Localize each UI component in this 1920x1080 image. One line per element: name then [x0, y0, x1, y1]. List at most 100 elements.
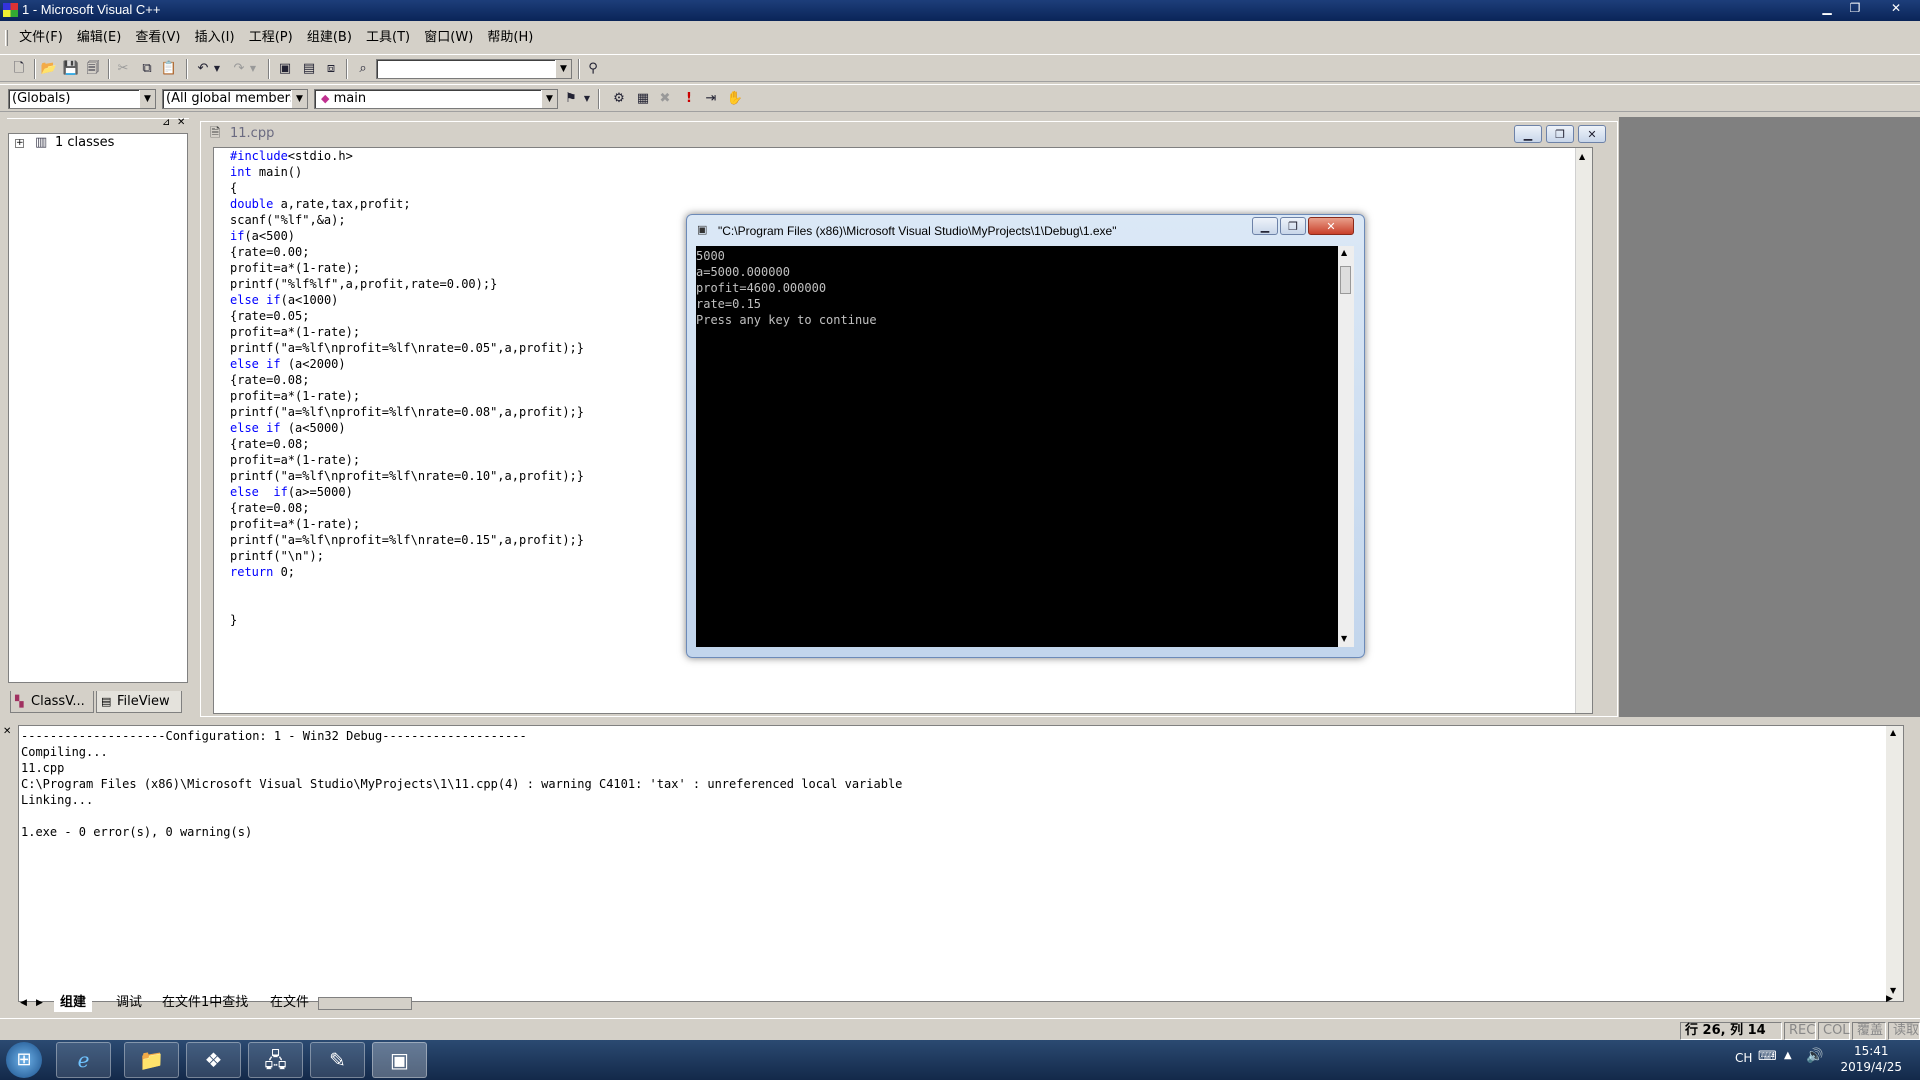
- console-close-button[interactable]: ✕: [1308, 217, 1354, 235]
- undo-dropdown-icon[interactable]: ▼: [212, 60, 222, 78]
- go-icon[interactable]: ⇥: [702, 90, 720, 108]
- scroll-down-icon[interactable]: ▼: [1341, 634, 1347, 643]
- console-scrollbar[interactable]: ▲ ▼: [1338, 246, 1354, 647]
- volume-icon[interactable]: 🔊: [1806, 1048, 1823, 1064]
- scroll-thumb[interactable]: [1340, 266, 1351, 294]
- tab-scroll-left-icon[interactable]: ◀: [20, 994, 27, 1012]
- output-close-icon[interactable]: ✕: [3, 726, 11, 737]
- wizard-action-icon[interactable]: ⚑: [562, 90, 580, 108]
- function-combo[interactable]: ◆ main ▼: [314, 89, 558, 109]
- binoculars-icon[interactable]: ⚲: [584, 60, 602, 78]
- output-tabs: ◀ ▶ 组建 调试 在文件1中查找 在文件: [18, 994, 418, 1012]
- editor-restore-button[interactable]: ❐: [1546, 125, 1574, 143]
- tab-find-in-files-1[interactable]: 在文件1中查找: [156, 994, 254, 1012]
- close-button[interactable]: ✕: [1878, 0, 1914, 18]
- workspace-tree[interactable]: + ▥ 1 classes: [8, 133, 188, 683]
- workspace-toggle-icon[interactable]: ▣: [276, 60, 294, 78]
- window-list-icon[interactable]: ⧈: [322, 60, 340, 78]
- explorer-folder-icon[interactable]: 📁: [124, 1042, 179, 1078]
- source-code[interactable]: #include<stdio.h> int main() { double a,…: [230, 148, 584, 628]
- compile-icon[interactable]: ⚙: [610, 90, 628, 108]
- redo-dropdown-icon[interactable]: ▼: [248, 60, 258, 78]
- menu-help[interactable]: 帮助(H): [482, 27, 538, 49]
- media-app-icon[interactable]: ❖: [186, 1042, 241, 1078]
- build-output[interactable]: --------------------Configuration: 1 - W…: [21, 728, 902, 840]
- tab-build[interactable]: 组建: [54, 994, 93, 1012]
- scroll-right-icon[interactable]: ▶: [1886, 994, 1893, 1004]
- menu-edit[interactable]: 编辑(E): [72, 27, 126, 49]
- redo-icon[interactable]: ↷: [230, 60, 248, 78]
- editor-title-bar: 🗎 11.cpp ▁ ❐ ✕: [204, 124, 1614, 144]
- expand-icon[interactable]: +: [15, 139, 24, 148]
- chevron-down-icon[interactable]: ▼: [139, 90, 155, 108]
- console-taskbar-icon[interactable]: ▣: [372, 1042, 427, 1078]
- output-window[interactable]: --------------------Configuration: 1 - W…: [18, 725, 1904, 1002]
- open-folder-icon[interactable]: 📂: [40, 60, 58, 78]
- save-icon[interactable]: 💾: [62, 60, 80, 78]
- execute-icon[interactable]: !: [680, 90, 698, 108]
- console-minimize-button[interactable]: ▁: [1252, 217, 1278, 235]
- output-toggle-icon[interactable]: ▤: [300, 60, 318, 78]
- visual-cpp-icon[interactable]: ✎: [310, 1042, 365, 1078]
- menu-project[interactable]: 工程(P): [244, 27, 298, 49]
- members-combo[interactable]: (All global members ▼: [162, 89, 308, 109]
- tray-expand-icon[interactable]: ▲: [1784, 1050, 1792, 1061]
- toolbar-separator: [268, 59, 270, 79]
- new-file-icon[interactable]: 🗋: [10, 60, 28, 78]
- stop-build-icon[interactable]: ✖: [656, 90, 674, 108]
- cut-icon[interactable]: ✂: [114, 60, 132, 78]
- console-text: 5000 a=5000.000000 profit=4600.000000 ra…: [696, 249, 877, 327]
- menu-window[interactable]: 窗口(W): [419, 27, 478, 49]
- console-title: "C:\Program Files (x86)\Microsoft Visual…: [718, 224, 1117, 238]
- language-indicator[interactable]: CH: [1735, 1051, 1752, 1065]
- menu-grip[interactable]: [5, 30, 8, 46]
- chevron-down-icon[interactable]: ▼: [291, 90, 307, 108]
- editor-minimize-button[interactable]: ▁: [1514, 125, 1542, 143]
- classview-icon: ▚: [15, 695, 24, 708]
- undo-icon[interactable]: ↶: [194, 60, 212, 78]
- tab-fileview[interactable]: ▤ FileView: [96, 691, 182, 713]
- build-icon[interactable]: ▦: [634, 90, 652, 108]
- menu-build[interactable]: 组建(B): [302, 27, 357, 49]
- clock[interactable]: 15:41 2019/4/25: [1840, 1043, 1902, 1075]
- editor-close-button[interactable]: ✕: [1578, 125, 1606, 143]
- menu-file[interactable]: 文件(F): [14, 27, 68, 49]
- menu-insert[interactable]: 插入(I): [190, 27, 240, 49]
- pin-icon[interactable]: ⊿: [162, 117, 170, 128]
- console-app-icon: ▣: [697, 223, 708, 236]
- scroll-up-icon[interactable]: ▲: [1890, 728, 1896, 737]
- output-scrollbar[interactable]: ▲ ▼: [1886, 726, 1903, 1001]
- close-icon[interactable]: ✕: [177, 117, 185, 128]
- network-app-icon[interactable]: 🖧: [248, 1042, 303, 1078]
- minimize-button[interactable]: ▁: [1813, 0, 1841, 18]
- scroll-up-icon[interactable]: ▲: [1579, 152, 1585, 161]
- start-button[interactable]: ⊞: [6, 1042, 42, 1078]
- keyboard-icon[interactable]: ⌨: [1758, 1049, 1777, 1064]
- standard-toolbar: 🗋 📂 💾 🗐 ✂ ⧉ 📋 ↶ ▼ ↷ ▼ ▣ ▤ ⧈ ⌕ ▼ ⚲: [0, 54, 1920, 82]
- save-all-icon[interactable]: 🗐: [84, 60, 102, 78]
- ie-icon[interactable]: ℯ: [56, 1042, 111, 1078]
- tab-debug[interactable]: 调试: [110, 994, 148, 1012]
- globals-combo[interactable]: (Globals) ▼: [8, 89, 156, 109]
- copy-icon[interactable]: ⧉: [138, 60, 156, 78]
- find-combo[interactable]: ▼: [376, 59, 572, 79]
- tree-root-label[interactable]: 1 classes: [55, 135, 114, 150]
- tab-classview[interactable]: ▚ ClassV...: [10, 691, 94, 713]
- output-horizontal-scrollbar[interactable]: [318, 997, 412, 1010]
- menu-view[interactable]: 查看(V): [130, 27, 185, 49]
- chevron-down-icon[interactable]: ▼: [541, 90, 557, 108]
- tab-scroll-right-icon[interactable]: ▶: [36, 994, 43, 1012]
- console-restore-button[interactable]: ❐: [1280, 217, 1306, 235]
- chevron-down-icon[interactable]: ▼: [555, 60, 571, 78]
- tab-find-in-files-2[interactable]: 在文件: [264, 994, 315, 1012]
- restore-button[interactable]: ❐: [1841, 0, 1869, 18]
- editor-scrollbar[interactable]: ▲: [1575, 148, 1592, 713]
- console-output[interactable]: 5000 a=5000.000000 profit=4600.000000 ra…: [696, 246, 1338, 647]
- scroll-up-icon[interactable]: ▲: [1341, 248, 1347, 257]
- paste-icon[interactable]: 📋: [160, 60, 178, 78]
- menu-tools[interactable]: 工具(T): [361, 27, 415, 49]
- find-in-files-icon[interactable]: ⌕: [354, 60, 372, 78]
- cursor-position: 行 26, 列 14: [1680, 1022, 1782, 1040]
- wizard-dropdown-icon[interactable]: ▼: [582, 90, 592, 108]
- breakpoint-hand-icon[interactable]: ✋: [726, 90, 744, 108]
